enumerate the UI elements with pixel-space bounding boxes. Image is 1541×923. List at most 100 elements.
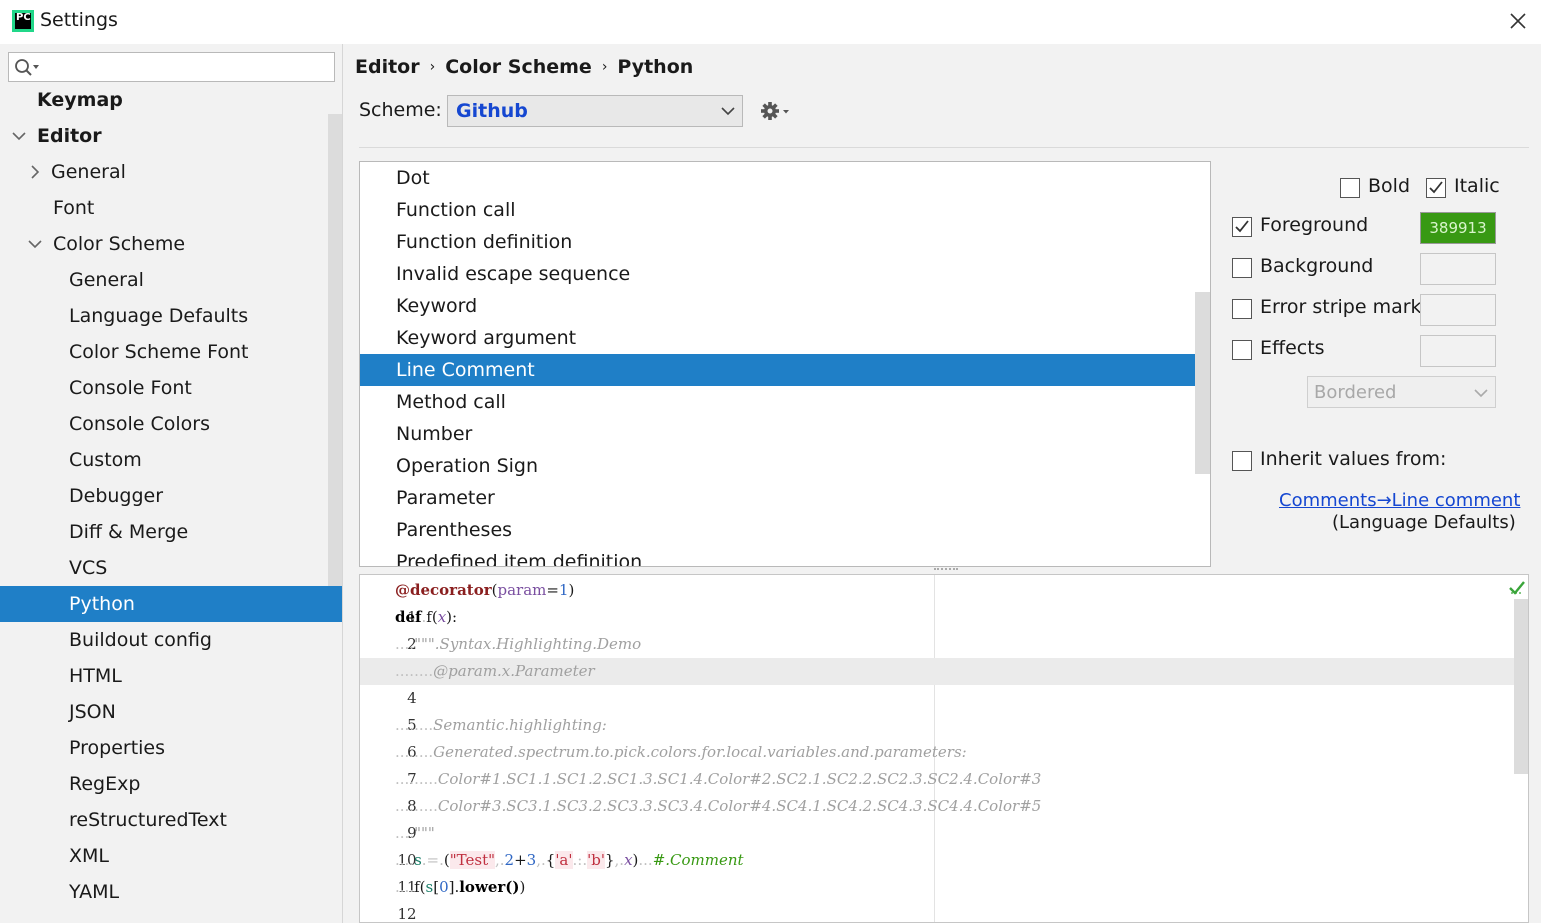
effects-style-value: Bordered: [1314, 382, 1397, 403]
tree-item-regexp[interactable]: RegExp: [0, 766, 342, 802]
tree-item-label: Editor: [37, 125, 102, 147]
effects-label: Effects: [1260, 337, 1325, 359]
tree-item-label: Color Scheme: [53, 233, 186, 255]
search-icon: [15, 59, 39, 76]
error-stripe-color-swatch[interactable]: [1420, 294, 1496, 326]
bold-label: Bold: [1368, 175, 1410, 197]
tree-item-yaml[interactable]: YAML: [0, 874, 342, 910]
chevron-right-icon[interactable]: [28, 154, 44, 190]
tree-item-vcs[interactable]: VCS: [0, 550, 342, 586]
tree-item-general[interactable]: General: [0, 154, 342, 190]
foreground-color-swatch[interactable]: 389913: [1420, 212, 1496, 244]
tree-item-cs-general[interactable]: General: [0, 262, 342, 298]
tree-item-debugger[interactable]: Debugger: [0, 478, 342, 514]
tree-item-label: Python: [69, 593, 135, 615]
chevron-down-icon: [1474, 389, 1488, 398]
scheme-label: Scheme:: [359, 99, 442, 121]
code-line: 7 ........Generated.spectrum.to.pick.col…: [360, 739, 1514, 788]
chevron-down-icon: [721, 107, 735, 116]
tree-item-label: Font: [53, 197, 95, 219]
error-stripe-label: Error stripe mark: [1260, 296, 1422, 318]
tree-item-language-defaults[interactable]: Language Defaults: [0, 298, 342, 334]
preview-scrollbar[interactable]: [1514, 599, 1528, 774]
tree-item-label: General: [51, 161, 126, 183]
tree-item-font[interactable]: Font: [0, 190, 342, 226]
tree-item-label: Debugger: [69, 485, 164, 507]
error-stripe-checkbox[interactable]: [1232, 299, 1252, 319]
code-line: 3 ....""".Syntax.Highlighting.Demo: [360, 631, 1514, 680]
sidebar-scrollbar[interactable]: [328, 114, 342, 586]
list-item[interactable]: Predefined item definition: [360, 546, 1196, 566]
chevron-down-icon[interactable]: [28, 226, 44, 262]
check-icon: [1235, 220, 1249, 233]
background-color-swatch[interactable]: [1420, 253, 1496, 285]
bold-checkbox[interactable]: [1340, 178, 1360, 198]
italic-label: Italic: [1454, 175, 1500, 197]
tree-item-color-scheme[interactable]: Color Scheme: [0, 226, 342, 262]
code-line: 5: [360, 685, 1514, 734]
settings-search[interactable]: [8, 52, 335, 82]
tree-item-custom[interactable]: Custom: [0, 442, 342, 478]
tree-item-label: Language Defaults: [69, 305, 249, 327]
tree-item-console-font[interactable]: Console Font: [0, 370, 342, 406]
list-item[interactable]: Operation Sign: [360, 450, 1196, 482]
effects-style-select[interactable]: Bordered: [1307, 376, 1496, 408]
foreground-label: Foreground: [1260, 214, 1369, 236]
tree-item-label: Buildout config: [69, 629, 212, 651]
tree-item-restructuredtext[interactable]: reStructuredText: [0, 802, 342, 838]
breadcrumb-item: Color Scheme: [445, 56, 592, 78]
chevron-down-icon[interactable]: [12, 118, 28, 154]
background-checkbox[interactable]: [1232, 258, 1252, 278]
code-line: 6 ........Semantic.highlighting:: [360, 712, 1514, 761]
tree-item-keymap[interactable]: Keymap: [0, 82, 342, 118]
check-icon: [1429, 181, 1443, 194]
tree-item-label: RegExp: [69, 773, 141, 795]
code-line: 2 def.f(x):: [360, 604, 1514, 653]
attribute-list[interactable]: Dot Function call Function definition In…: [359, 161, 1211, 567]
tree-item-xml[interactable]: XML: [0, 838, 342, 874]
breadcrumb-separator: ›: [601, 59, 608, 75]
list-item[interactable]: Parentheses: [360, 514, 1196, 546]
close-icon[interactable]: [1505, 8, 1531, 34]
window-title: Settings: [40, 9, 118, 31]
tree-item-editor[interactable]: Editor: [0, 118, 342, 154]
list-item[interactable]: Parameter: [360, 482, 1196, 514]
list-item[interactable]: Function definition: [360, 226, 1196, 258]
tree-item-json[interactable]: JSON: [0, 694, 342, 730]
inherit-link[interactable]: Comments→Line comment: [1279, 490, 1520, 511]
effects-checkbox[interactable]: [1232, 340, 1252, 360]
italic-checkbox[interactable]: [1426, 178, 1446, 198]
tree-item-label: Custom: [69, 449, 142, 471]
list-item[interactable]: Keyword: [360, 290, 1196, 322]
list-item[interactable]: Invalid escape sequence: [360, 258, 1196, 290]
tree-item-html[interactable]: HTML: [0, 658, 342, 694]
inspection-ok-icon: [1509, 581, 1525, 595]
effects-color-swatch[interactable]: [1420, 335, 1496, 367]
breadcrumb-item: Editor: [355, 56, 420, 78]
tree-item-label: Console Colors: [69, 413, 210, 435]
list-item-selected[interactable]: Line Comment: [360, 354, 1196, 386]
scheme-select[interactable]: Github: [447, 95, 743, 127]
tree-item-label: Keymap: [37, 89, 123, 111]
list-scrollbar[interactable]: [1195, 292, 1210, 474]
list-item[interactable]: Method call: [360, 386, 1196, 418]
list-item[interactable]: Number: [360, 418, 1196, 450]
list-item[interactable]: Function call: [360, 194, 1196, 226]
search-input[interactable]: [43, 55, 328, 79]
tree-item-diff-merge[interactable]: Diff & Merge: [0, 514, 342, 550]
list-item[interactable]: Keyword argument: [360, 322, 1196, 354]
inherit-source-note: (Language Defaults): [1332, 512, 1516, 533]
inherit-checkbox[interactable]: [1232, 451, 1252, 471]
tree-item-python[interactable]: Python: [0, 586, 342, 622]
tree-item-console-colors[interactable]: Console Colors: [0, 406, 342, 442]
list-item[interactable]: Dot: [360, 162, 1196, 194]
code-preview[interactable]: 1 @decorator(param=1) 2 def.f(x): 3 ....…: [359, 574, 1529, 923]
tree-item-label: VCS: [69, 557, 108, 579]
tree-item-properties[interactable]: Properties: [0, 730, 342, 766]
foreground-checkbox[interactable]: [1232, 217, 1252, 237]
tree-item-buildout-config[interactable]: Buildout config: [0, 622, 342, 658]
splitter-handle[interactable]: [934, 568, 958, 572]
tree-item-color-scheme-font[interactable]: Color Scheme Font: [0, 334, 342, 370]
gear-icon[interactable]: [759, 100, 793, 122]
tree-item-label: JSON: [69, 701, 116, 723]
